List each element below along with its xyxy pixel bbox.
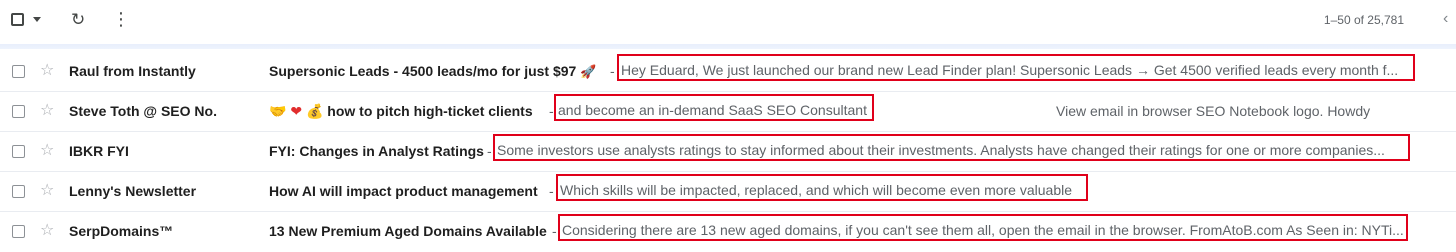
star-icon[interactable]: ☆	[40, 101, 54, 121]
email-sender: Raul from Instantly	[69, 63, 196, 79]
toolbar-divider	[0, 44, 1456, 49]
heart-icon: ❤	[290, 103, 303, 119]
row-checkbox[interactable]	[12, 105, 25, 118]
more-vert-icon[interactable]: ⋮	[112, 9, 130, 29]
highlight-box	[493, 134, 1410, 161]
email-snippet-extra: View email in browser SEO Notebook logo.…	[1056, 103, 1371, 119]
subject-separator: -	[487, 143, 492, 159]
email-sender: Lenny's Newsletter	[69, 183, 197, 199]
email-row[interactable]: ☆ Lenny's Newsletter How AI will impact …	[0, 172, 1456, 212]
pagination-text: 1–50 of 25,781	[1323, 13, 1404, 27]
highlight-box	[556, 174, 1088, 201]
highlight-box	[617, 54, 1415, 81]
rocket-icon: 🚀	[580, 64, 597, 79]
star-icon[interactable]: ☆	[40, 141, 54, 161]
mail-toolbar: ↻ ⋮ 1–50 of 25,781 ‹	[0, 0, 1456, 44]
email-subject: How AI will impact product management	[269, 183, 538, 199]
highlight-box	[558, 214, 1408, 241]
row-checkbox[interactable]	[12, 225, 25, 238]
chevron-left-icon[interactable]: ‹	[1443, 10, 1448, 28]
highlight-box	[554, 94, 874, 121]
row-checkbox[interactable]	[12, 185, 25, 198]
subject-separator: -	[552, 223, 557, 239]
email-row[interactable]: ☆ SerpDomains™ 13 New Premium Aged Domai…	[0, 212, 1456, 252]
email-subject: 🤝 ❤ 💰 how to pitch high-ticket clients	[269, 103, 533, 120]
email-sender: IBKR FYI	[69, 143, 129, 159]
select-dropdown-caret-icon[interactable]	[33, 17, 41, 22]
email-subject: 13 New Premium Aged Domains Available	[269, 223, 547, 239]
money-bag-icon: 💰	[305, 103, 324, 119]
subject-separator: -	[549, 103, 554, 119]
subject-text: Supersonic Leads - 4500 leads/mo for jus…	[269, 63, 577, 79]
refresh-icon[interactable]: ↻	[71, 10, 85, 30]
email-row[interactable]: ☆ Raul from Instantly Supersonic Leads -…	[0, 52, 1456, 92]
star-icon[interactable]: ☆	[40, 221, 54, 241]
row-checkbox[interactable]	[12, 145, 25, 158]
subject-separator: -	[549, 183, 554, 199]
email-sender: SerpDomains™	[69, 223, 174, 239]
email-subject: Supersonic Leads - 4500 leads/mo for jus…	[269, 63, 596, 80]
subject-text: how to pitch high-ticket clients	[327, 103, 533, 119]
star-icon[interactable]: ☆	[40, 61, 54, 81]
star-icon[interactable]: ☆	[40, 181, 54, 201]
handshake-icon: 🤝	[269, 103, 287, 119]
email-subject: FYI: Changes in Analyst Ratings	[269, 143, 484, 159]
select-all-checkbox[interactable]	[11, 13, 24, 26]
subject-separator: -	[610, 63, 615, 79]
email-row[interactable]: ☆ IBKR FYI FYI: Changes in Analyst Ratin…	[0, 132, 1456, 172]
email-row[interactable]: ☆ Steve Toth @ SEO No. 🤝 ❤ 💰 how to pitc…	[0, 92, 1456, 132]
row-checkbox[interactable]	[12, 65, 25, 78]
email-sender: Steve Toth @ SEO No.	[69, 103, 217, 119]
